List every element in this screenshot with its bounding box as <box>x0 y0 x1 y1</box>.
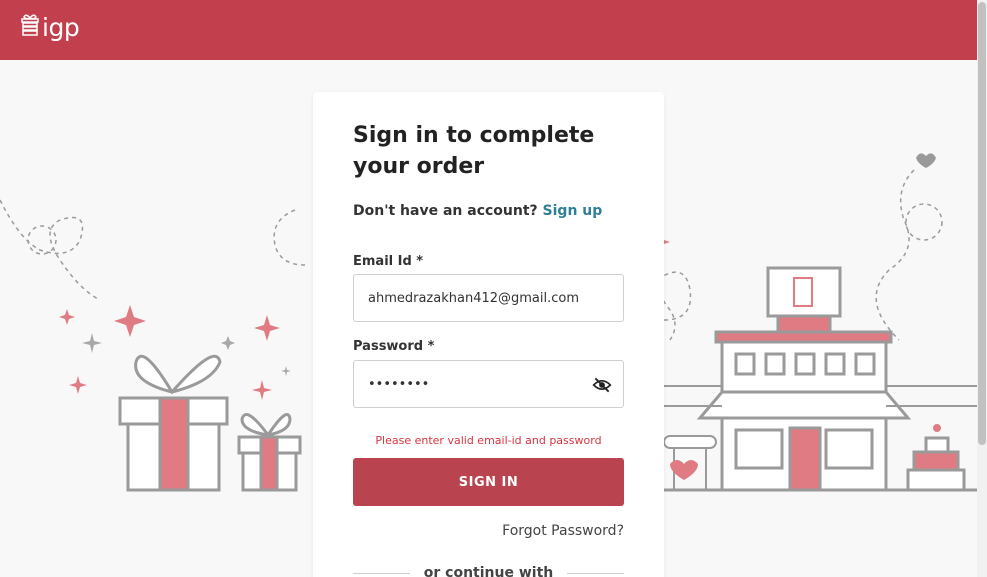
password-field-wrapper <box>353 360 624 408</box>
logo-text: igp <box>42 12 80 42</box>
email-field[interactable] <box>368 290 609 306</box>
sign-in-button[interactable]: SIGN IN <box>353 458 624 506</box>
gift-icon <box>21 14 39 36</box>
signup-link[interactable]: Sign up <box>543 203 603 219</box>
gifts-illustration <box>0 199 306 492</box>
password-field[interactable] <box>368 376 588 392</box>
email-label: Email Id * <box>353 254 424 269</box>
error-message: Please enter valid email-id and password <box>375 434 602 447</box>
page-scrollbar[interactable] <box>977 0 987 577</box>
continue-with-divider: or continue with <box>353 563 624 577</box>
divider-text: or continue with <box>423 565 554 577</box>
password-label: Password * <box>353 339 435 354</box>
signup-prompt-row: Don't have an account? Sign up <box>353 203 602 219</box>
divider-line-left <box>353 572 410 574</box>
email-field-wrapper <box>353 274 624 322</box>
forgot-password-link[interactable]: Forgot Password? <box>502 523 624 539</box>
signin-card: Sign in to complete your order Don't hav… <box>313 92 664 577</box>
eye-off-icon[interactable] <box>591 375 613 395</box>
divider-line-right <box>567 572 624 574</box>
top-header-bar: igp <box>0 0 977 60</box>
signup-prompt: Don't have an account? <box>353 203 538 219</box>
scrollbar-thumb[interactable] <box>978 2 986 445</box>
page-title: Sign in to complete your order <box>353 123 595 179</box>
igp-logo[interactable]: igp <box>20 12 80 42</box>
store-illustration <box>664 153 977 492</box>
